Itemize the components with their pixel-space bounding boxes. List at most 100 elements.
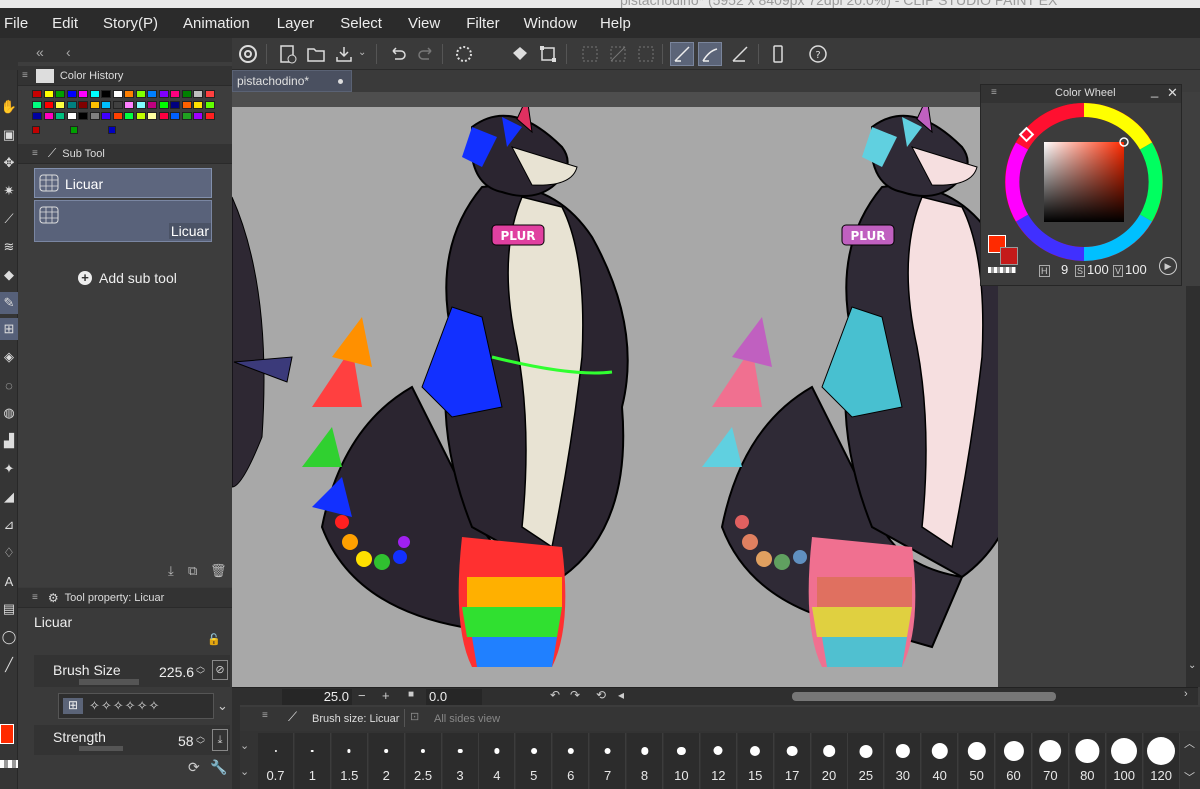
trash-icon[interactable]: 🗑 [210, 563, 227, 579]
double-chevron-down-icon[interactable]: ⌄ [240, 765, 249, 778]
transparent-color-swatch[interactable] [0, 760, 18, 768]
color-swatch[interactable] [43, 101, 54, 109]
minimize-icon[interactable]: _ [1151, 83, 1158, 98]
reset-rotation-icon[interactable]: ⟲ [596, 688, 606, 702]
chevron-down-icon[interactable]: ⌄ [358, 47, 366, 58]
reset-icon[interactable]: ⟳ [188, 759, 200, 776]
color-swatch[interactable] [193, 101, 203, 109]
settings-wrench-icon[interactable]: 🔧 [210, 759, 227, 776]
color-swatch[interactable] [32, 112, 42, 120]
menu-lines-icon[interactable]: ≡ [22, 70, 28, 81]
chevron-down-icon[interactable]: ⌄ [240, 739, 249, 752]
brush-size-option[interactable]: 15 [737, 733, 774, 789]
brush-size-option[interactable]: 17 [774, 733, 811, 789]
fill-bucket-icon[interactable]: ◈ [0, 346, 18, 368]
frame-icon[interactable]: ▤ [0, 598, 18, 620]
menu-lines-icon[interactable]: ≡ [991, 87, 997, 98]
brush-size-option[interactable]: 30 [885, 733, 922, 789]
gradient-icon[interactable]: ⊿ [0, 514, 18, 536]
hue-value[interactable]: 9 [1061, 262, 1068, 277]
zoom-in-icon[interactable]: + [382, 688, 390, 703]
brush-size-option[interactable]: 2 [368, 733, 405, 789]
color-swatch[interactable] [32, 126, 40, 134]
redo-icon[interactable] [414, 42, 438, 66]
brush-size-slider[interactable] [79, 679, 139, 685]
color-swatch[interactable] [108, 126, 116, 134]
menu-story[interactable]: Story(P) [103, 15, 158, 32]
flip-icon[interactable]: ◂ [618, 688, 624, 702]
color-swatch[interactable] [55, 101, 65, 109]
scroll-right-icon[interactable]: › [1184, 688, 1188, 700]
sub-tool-item-licuar-2[interactable]: Licuar [34, 200, 212, 242]
brush-size-option[interactable]: 12 [700, 733, 737, 789]
color-swatch[interactable] [147, 90, 157, 98]
color-swatch[interactable] [43, 112, 54, 120]
color-swatch[interactable] [135, 112, 146, 120]
eyedropper-icon[interactable]: ⟋ [0, 208, 18, 230]
color-swatch[interactable] [204, 112, 215, 120]
color-swatch[interactable] [124, 101, 134, 109]
brush-size-option[interactable]: 1.5 [331, 733, 368, 789]
transform-icon[interactable] [536, 42, 560, 66]
brush-size-option[interactable]: 7 [590, 733, 627, 789]
brush-size-value[interactable]: 225.6 [159, 664, 194, 680]
sparkle-icon[interactable]: ✦ [0, 458, 18, 480]
menu-select[interactable]: Select [340, 15, 382, 32]
color-swatch[interactable] [43, 90, 54, 98]
color-swatch[interactable] [135, 90, 146, 98]
scroll-up-icon[interactable]: ︿ [1184, 735, 1195, 751]
brush-size-option[interactable]: 100 [1106, 733, 1143, 789]
color-swatch[interactable] [89, 101, 100, 109]
sub-tool-item-licuar[interactable]: Licuar [34, 168, 212, 198]
brush-tip-select[interactable]: ⊞ ✧✧✧✧✧✧ ⌄ [58, 693, 228, 719]
saturation-value[interactable]: 100 [1087, 262, 1109, 277]
menu-filter[interactable]: Filter [466, 15, 499, 32]
erase-icon[interactable]: ◢ [0, 486, 18, 508]
line-icon[interactable]: ╱ [0, 654, 18, 676]
unsaved-dot-icon[interactable] [338, 78, 343, 84]
chevron-down-icon[interactable]: ⌄ [217, 698, 228, 714]
color-swatch[interactable] [158, 101, 169, 109]
add-sub-tool-button[interactable]: + Add sub tool [78, 270, 177, 286]
sub-color-chip[interactable] [1000, 247, 1018, 265]
color-swatch[interactable] [124, 112, 134, 120]
download-icon[interactable]: ⤓ [212, 729, 228, 751]
color-swatch[interactable] [66, 101, 77, 109]
open-folder-icon[interactable] [304, 42, 328, 66]
brush-size-option[interactable]: 25 [848, 733, 885, 789]
menu-window[interactable]: Window [524, 15, 577, 32]
color-swatch[interactable] [181, 112, 192, 120]
strength-slider[interactable] [79, 746, 123, 751]
color-swatch[interactable] [32, 90, 42, 98]
brush-size-option[interactable]: 8 [627, 733, 663, 789]
color-swatch[interactable] [204, 90, 215, 98]
rotation-value[interactable]: 0.0 [426, 689, 482, 705]
collapse-left-icon[interactable]: « [36, 44, 44, 60]
color-swatch[interactable] [193, 112, 203, 120]
import-icon[interactable]: ⤓ [168, 563, 174, 579]
undo-icon[interactable] [386, 42, 410, 66]
color-swatch[interactable] [112, 101, 123, 109]
drops-icon[interactable]: ♢ [0, 542, 18, 564]
color-swatch[interactable] [66, 90, 77, 98]
stamp-icon[interactable]: ▟ [0, 430, 18, 452]
value-value[interactable]: 100 [1125, 262, 1147, 277]
color-swatch[interactable] [135, 101, 146, 109]
menu-layer[interactable]: Layer [277, 15, 315, 32]
menu-lines-icon[interactable]: ≡ [32, 148, 38, 159]
snap-special-ruler-icon[interactable] [698, 42, 722, 66]
menu-edit[interactable]: Edit [52, 15, 78, 32]
text-icon[interactable]: A [0, 570, 18, 592]
color-swatch[interactable] [55, 112, 65, 120]
main-color-swatch[interactable] [0, 724, 14, 744]
zoom-value[interactable]: 25.0 [282, 689, 352, 705]
color-swatch[interactable] [101, 101, 111, 109]
rotate-right-icon[interactable]: ↷ [570, 688, 580, 702]
play-icon[interactable]: ▶ [1159, 257, 1177, 275]
menu-animation[interactable]: Animation [183, 15, 250, 32]
fit-icon[interactable]: ■ [408, 689, 414, 700]
help-icon[interactable]: ? [806, 42, 830, 66]
color-swatch[interactable] [89, 112, 100, 120]
save-icon[interactable] [332, 42, 356, 66]
smartphone-icon[interactable] [766, 42, 790, 66]
